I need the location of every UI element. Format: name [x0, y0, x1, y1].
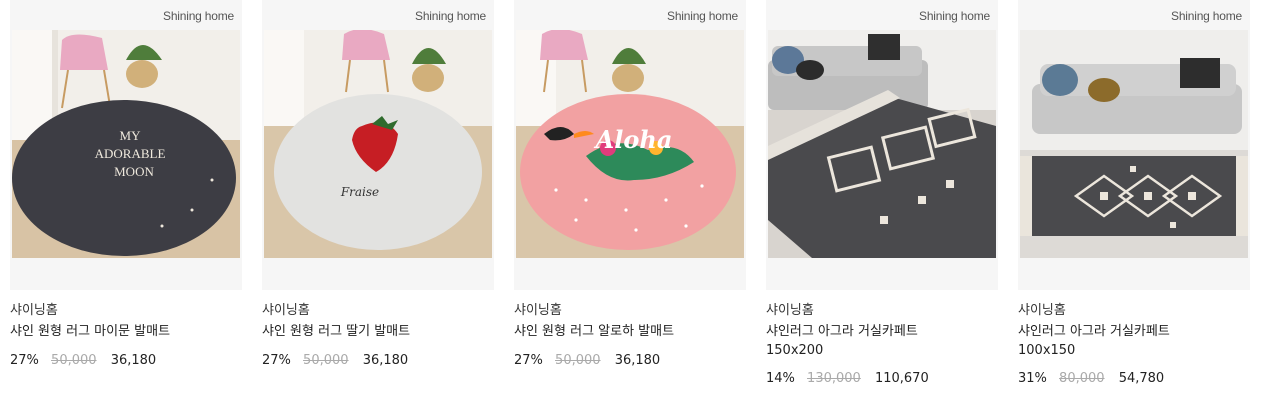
product-card[interactable]: Shining home 샤이닝홈 샤인러그 아그라 거실카페트 150x200…: [766, 0, 998, 388]
discount-rate: 31%: [1018, 371, 1047, 386]
product-brand[interactable]: 샤이닝홈: [262, 302, 494, 320]
product-size: 150x200: [766, 343, 824, 358]
product-size: 100x150: [1018, 343, 1076, 358]
product-thumbnail[interactable]: Shining home: [766, 0, 998, 290]
product-brand[interactable]: 샤이닝홈: [10, 302, 242, 320]
product-card[interactable]: Aloha Shining home 샤이닝홈 샤인 원형 러그 알로하 발매트…: [514, 0, 746, 370]
discount-rate: 14%: [766, 371, 795, 386]
original-price: 80,000: [1059, 371, 1105, 386]
price-row: 14% 130,000 110,670: [766, 370, 998, 388]
product-card[interactable]: Shining home 샤이닝홈 샤인러그 아그라 거실카페트 100x150…: [1018, 0, 1250, 388]
moon-rug-text: MY: [120, 128, 142, 143]
original-price: 50,000: [303, 353, 349, 368]
product-thumbnail[interactable]: MY ADORABLE MOON Shining home: [10, 0, 242, 290]
watermark-logo: Shining home: [667, 9, 738, 23]
discount-rate: 27%: [514, 353, 543, 368]
price-row: 27% 50,000 36,180: [10, 352, 242, 370]
product-title[interactable]: 샤인러그 아그라 거실카페트: [1018, 322, 1250, 342]
watermark-logo: Shining home: [1171, 9, 1242, 23]
svg-text:MOON: MOON: [114, 164, 154, 179]
sale-price: 36,180: [362, 353, 409, 368]
original-price: 130,000: [807, 371, 861, 386]
product-brand[interactable]: 샤이닝홈: [1018, 302, 1250, 320]
watermark-logo: Shining home: [415, 9, 486, 23]
svg-text:ADORABLE: ADORABLE: [95, 146, 166, 161]
product-image-strawberry-rug[interactable]: Fraise: [264, 30, 492, 258]
discount-rate: 27%: [10, 353, 39, 368]
watermark-logo: Shining home: [163, 9, 234, 23]
product-title[interactable]: 샤인 원형 러그 딸기 발매트: [262, 322, 494, 342]
product-grid: MY ADORABLE MOON Shining home 샤이닝홈 샤인 원형…: [0, 0, 1269, 416]
sale-price: 36,180: [614, 353, 661, 368]
product-thumbnail[interactable]: Aloha Shining home: [514, 0, 746, 290]
discount-rate: 27%: [262, 353, 291, 368]
product-image-agra-rug-large[interactable]: [768, 30, 996, 258]
price-row: 27% 50,000 36,180: [262, 352, 494, 370]
product-card[interactable]: Fraise Shining home 샤이닝홈 샤인 원형 러그 딸기 발매트…: [262, 0, 494, 370]
price-row: 31% 80,000 54,780: [1018, 370, 1250, 388]
product-image-moon-rug[interactable]: MY ADORABLE MOON: [12, 30, 240, 258]
original-price: 50,000: [51, 353, 97, 368]
product-thumbnail[interactable]: Shining home: [1018, 0, 1250, 290]
product-image-agra-rug-small[interactable]: [1020, 30, 1248, 258]
aloha-rug-text: Aloha: [594, 125, 673, 154]
product-thumbnail[interactable]: Fraise Shining home: [262, 0, 494, 290]
product-title[interactable]: 샤인 원형 러그 마이문 발매트: [10, 322, 242, 342]
sale-price: 54,780: [1118, 371, 1165, 386]
product-card[interactable]: MY ADORABLE MOON Shining home 샤이닝홈 샤인 원형…: [10, 0, 242, 370]
price-row: 27% 50,000 36,180: [514, 352, 746, 370]
sale-price: 110,670: [874, 371, 929, 386]
watermark-logo: Shining home: [919, 9, 990, 23]
product-title[interactable]: 샤인 원형 러그 알로하 발매트: [514, 322, 746, 342]
original-price: 50,000: [555, 353, 601, 368]
product-title[interactable]: 샤인러그 아그라 거실카페트: [766, 322, 998, 342]
sale-price: 36,180: [110, 353, 157, 368]
product-brand[interactable]: 샤이닝홈: [766, 302, 998, 320]
strawberry-rug-text: Fraise: [340, 185, 379, 199]
product-image-aloha-rug[interactable]: Aloha: [516, 30, 744, 258]
product-brand[interactable]: 샤이닝홈: [514, 302, 746, 320]
